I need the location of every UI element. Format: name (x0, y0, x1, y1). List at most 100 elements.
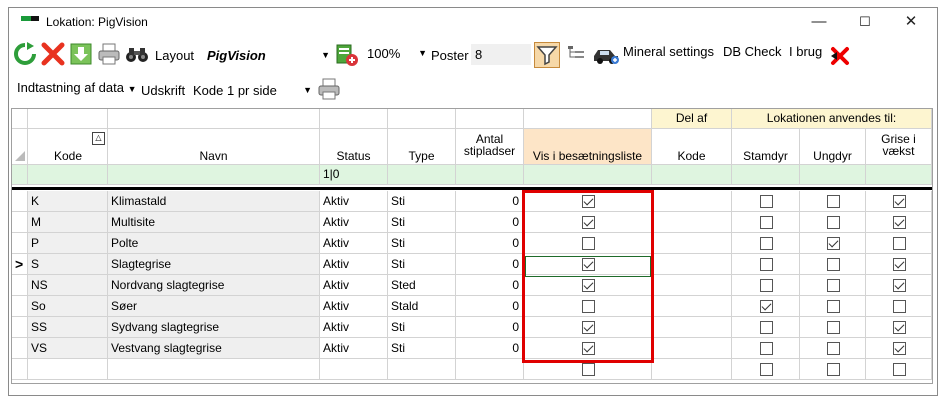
checkbox-stamdyr[interactable] (760, 237, 773, 250)
cell-navn[interactable]: Søer (108, 296, 320, 317)
cell-antal[interactable]: 0 (456, 296, 524, 317)
checkbox-vis[interactable] (582, 195, 595, 208)
cell-status[interactable]: Aktiv (320, 254, 388, 275)
filter-navn[interactable] (108, 165, 320, 185)
cell-navn[interactable]: Slagtegrise (108, 254, 320, 275)
cell-grise[interactable] (866, 296, 932, 317)
checkbox-ungdyr[interactable] (827, 258, 840, 271)
cell-status[interactable]: Aktiv (320, 212, 388, 233)
minimize-button[interactable]: — (801, 11, 837, 33)
cell-vis[interactable] (524, 317, 652, 338)
cell-ungdyr[interactable] (800, 296, 866, 317)
cell-type[interactable]: Sti (388, 212, 456, 233)
column-header-navn[interactable]: Navn (108, 129, 320, 165)
cell-vis[interactable] (524, 296, 652, 317)
checkbox-stamdyr[interactable] (760, 258, 773, 271)
layout-combo[interactable]: PigVision ▼ (203, 45, 333, 66)
checkbox-stamdyr[interactable] (760, 216, 773, 229)
print-icon[interactable] (317, 77, 341, 101)
checkbox-grise[interactable] (893, 195, 906, 208)
cell-del[interactable] (652, 296, 732, 317)
cell-ungdyr[interactable] (800, 317, 866, 338)
cell-antal[interactable]: 0 (456, 338, 524, 359)
cell-del[interactable] (652, 275, 732, 296)
filter-kode[interactable] (28, 165, 108, 185)
cell-kode[interactable]: P (28, 233, 108, 254)
indtastning-menu[interactable]: Indtastning af data ▼ (17, 80, 137, 95)
cell-antal[interactable]: 0 (456, 191, 524, 212)
column-header-stamdyr[interactable]: Stamdyr (732, 129, 800, 165)
cell-stamdyr[interactable] (732, 317, 800, 338)
cell-vis[interactable] (524, 275, 652, 296)
cell-type[interactable] (388, 359, 456, 380)
cell-kode[interactable]: S (28, 254, 108, 275)
filter-icon[interactable] (534, 42, 560, 68)
mineral-settings-button[interactable]: Mineral settings (623, 44, 714, 59)
cell-stamdyr[interactable] (732, 296, 800, 317)
checkbox-stamdyr[interactable] (760, 321, 773, 334)
red-x-icon[interactable] (829, 44, 853, 68)
cell-del[interactable] (652, 359, 732, 380)
checkbox-vis[interactable] (582, 258, 595, 271)
cell-grise[interactable] (866, 191, 932, 212)
filter-ungdyr[interactable] (800, 165, 866, 185)
cell-stamdyr[interactable] (732, 359, 800, 380)
cell-navn[interactable]: Vestvang slagtegrise (108, 338, 320, 359)
cell-type[interactable]: Sti (388, 317, 456, 338)
checkbox-grise[interactable] (893, 279, 906, 292)
cell-ungdyr[interactable] (800, 338, 866, 359)
cell-navn[interactable]: Nordvang slagtegrise (108, 275, 320, 296)
checkbox-vis[interactable] (582, 237, 595, 250)
i-brug-button[interactable]: I brug (789, 44, 822, 59)
cell-grise[interactable] (866, 275, 932, 296)
checkbox-ungdyr[interactable] (827, 237, 840, 250)
filter-grise[interactable] (866, 165, 932, 185)
cell-navn[interactable]: Polte (108, 233, 320, 254)
download-icon[interactable] (69, 42, 93, 66)
cell-kode[interactable]: K (28, 191, 108, 212)
checkbox-vis[interactable] (582, 279, 595, 292)
checkbox-stamdyr[interactable] (760, 342, 773, 355)
cell-navn[interactable]: Sydvang slagtegrise (108, 317, 320, 338)
column-header-grise[interactable]: Grise i vækst (866, 129, 932, 165)
cell-ungdyr[interactable] (800, 191, 866, 212)
cell-vis[interactable] (524, 359, 652, 380)
cell-type[interactable]: Sti (388, 254, 456, 275)
checkbox-vis[interactable] (582, 300, 595, 313)
cell-del[interactable] (652, 191, 732, 212)
cell-grise[interactable] (866, 359, 932, 380)
car-icon[interactable] (591, 42, 621, 66)
zoom-combo[interactable]: 100% ▼ (363, 43, 427, 64)
cell-antal[interactable] (456, 359, 524, 380)
cell-antal[interactable]: 0 (456, 233, 524, 254)
column-header-kode[interactable]: Kode △ (28, 129, 108, 165)
delete-icon[interactable] (41, 42, 65, 66)
checkbox-vis[interactable] (582, 216, 595, 229)
filter-stamdyr[interactable] (732, 165, 800, 185)
cell-antal[interactable]: 0 (456, 254, 524, 275)
cell-kode[interactable]: SS (28, 317, 108, 338)
checkbox-ungdyr[interactable] (827, 195, 840, 208)
binoculars-icon[interactable] (125, 42, 149, 66)
cell-grise[interactable] (866, 317, 932, 338)
column-header-status[interactable]: Status (320, 129, 388, 165)
cell-grise[interactable] (866, 254, 932, 275)
cell-stamdyr[interactable] (732, 275, 800, 296)
cell-kode[interactable]: M (28, 212, 108, 233)
checkbox-stamdyr[interactable] (760, 279, 773, 292)
checkbox-vis[interactable] (582, 321, 595, 334)
cell-ungdyr[interactable] (800, 359, 866, 380)
cell-status[interactable]: Aktiv (320, 296, 388, 317)
refresh-icon[interactable] (13, 42, 37, 66)
cell-ungdyr[interactable] (800, 212, 866, 233)
cell-type[interactable]: Sted (388, 275, 456, 296)
column-header-vis[interactable]: Vis i besætningsliste (524, 129, 652, 165)
cell-vis[interactable] (524, 338, 652, 359)
cell-type[interactable]: Sti (388, 191, 456, 212)
tree-icon[interactable] (565, 42, 589, 66)
cell-antal[interactable]: 0 (456, 317, 524, 338)
checkbox-ungdyr[interactable] (827, 300, 840, 313)
cell-kode[interactable]: VS (28, 338, 108, 359)
cell-type[interactable]: Sti (388, 233, 456, 254)
checkbox-ungdyr[interactable] (827, 321, 840, 334)
